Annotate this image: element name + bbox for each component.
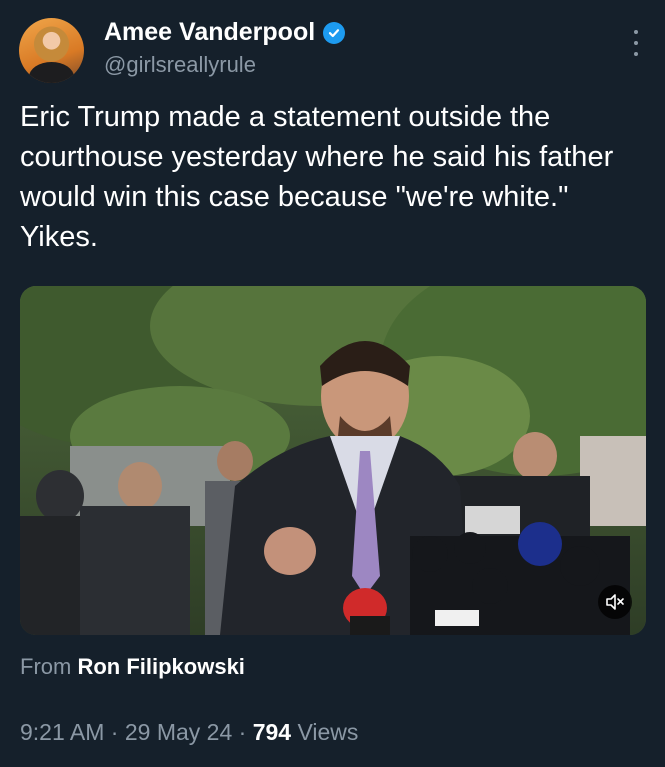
author-name[interactable]: Amee Vanderpool: [104, 18, 315, 47]
tweet-time[interactable]: 9:21 AM: [20, 719, 104, 745]
speaker-muted-icon[interactable]: [598, 585, 632, 619]
tweet-video[interactable]: [20, 286, 646, 635]
more-vertical-icon[interactable]: [631, 30, 641, 56]
attribution-prefix: From: [20, 654, 72, 679]
verified-badge-icon: [323, 21, 346, 44]
meta-separator: ·: [238, 719, 247, 745]
views-count[interactable]: 794: [253, 719, 291, 745]
meta-separator: ·: [110, 719, 119, 745]
video-attribution: From Ron Filipkowski: [20, 654, 245, 680]
video-frame: [20, 286, 646, 635]
views-label[interactable]: Views: [297, 719, 358, 745]
author-handle[interactable]: @girlsreallyrule: [104, 52, 256, 78]
tweet-date[interactable]: 29 May 24: [125, 719, 232, 745]
author-avatar[interactable]: [19, 18, 84, 83]
attribution-source-link[interactable]: Ron Filipkowski: [77, 654, 244, 679]
author-name-row[interactable]: Amee Vanderpool: [104, 18, 346, 47]
tweet-meta: 9:21 AM · 29 May 24 · 794 Views: [20, 719, 358, 746]
avatar-figure: [29, 62, 74, 83]
tweet-text: Eric Trump made a statement outside the …: [20, 101, 614, 253]
